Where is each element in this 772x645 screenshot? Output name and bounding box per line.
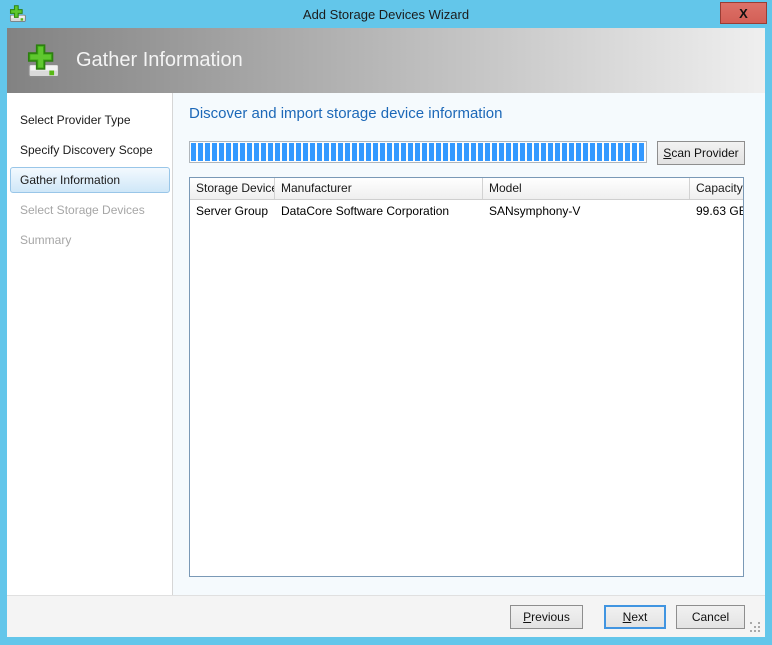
previous-button[interactable]: Previous [510, 605, 583, 629]
sidebar-item-select-storage-devices: Select Storage Devices [7, 195, 172, 225]
table-row[interactable]: Server Group DataCore Software Corporati… [190, 200, 743, 222]
cancel-button[interactable]: Cancel [676, 605, 745, 629]
cell-capacity: 99.63 GB [690, 204, 743, 218]
next-button[interactable]: Next [604, 605, 666, 629]
storage-devices-table: Storage Device Manufacturer Model Capaci… [189, 177, 744, 577]
close-button[interactable]: X [720, 2, 767, 24]
page-heading: Discover and import storage device infor… [189, 105, 502, 122]
column-header-manufacturer[interactable]: Manufacturer [275, 178, 483, 199]
add-storage-device-icon [8, 4, 27, 23]
wizard-window: Add Storage Devices Wizard X Gather Info… [0, 0, 772, 645]
column-header-capacity[interactable]: Capacity [690, 178, 743, 199]
resize-grip-icon[interactable] [750, 622, 761, 633]
main-panel: Discover and import storage device infor… [173, 93, 765, 595]
column-header-model[interactable]: Model [483, 178, 690, 199]
footer-bar: Previous Next Cancel [7, 595, 765, 637]
table-header-row: Storage Device Manufacturer Model Capaci… [190, 178, 743, 200]
sidebar-item-gather-information[interactable]: Gather Information [10, 167, 170, 193]
sidebar-item-specify-discovery-scope[interactable]: Specify Discovery Scope [7, 135, 172, 165]
sidebar-item-select-provider-type[interactable]: Select Provider Type [7, 105, 172, 135]
cell-storage-device: Server Group [190, 204, 275, 218]
wizard-header: Gather Information [7, 28, 765, 93]
column-header-storage-device[interactable]: Storage Device [190, 178, 275, 199]
cell-manufacturer: DataCore Software Corporation [275, 204, 483, 218]
titlebar[interactable]: Add Storage Devices Wizard X [0, 0, 772, 28]
scan-progress-bar [189, 141, 647, 163]
scan-progress-fill [191, 143, 645, 161]
wizard-body: Select Provider Type Specify Discovery S… [7, 93, 765, 595]
add-storage-device-icon [23, 42, 63, 80]
page-title: Gather Information [76, 49, 243, 72]
window-title: Add Storage Devices Wizard [303, 7, 469, 22]
cell-model: SANsymphony-V [483, 204, 690, 218]
sidebar-item-summary: Summary [7, 225, 172, 255]
close-icon: X [739, 6, 748, 21]
steps-sidebar: Select Provider Type Specify Discovery S… [7, 93, 173, 595]
scan-provider-button[interactable]: Scan Provider [657, 141, 745, 165]
